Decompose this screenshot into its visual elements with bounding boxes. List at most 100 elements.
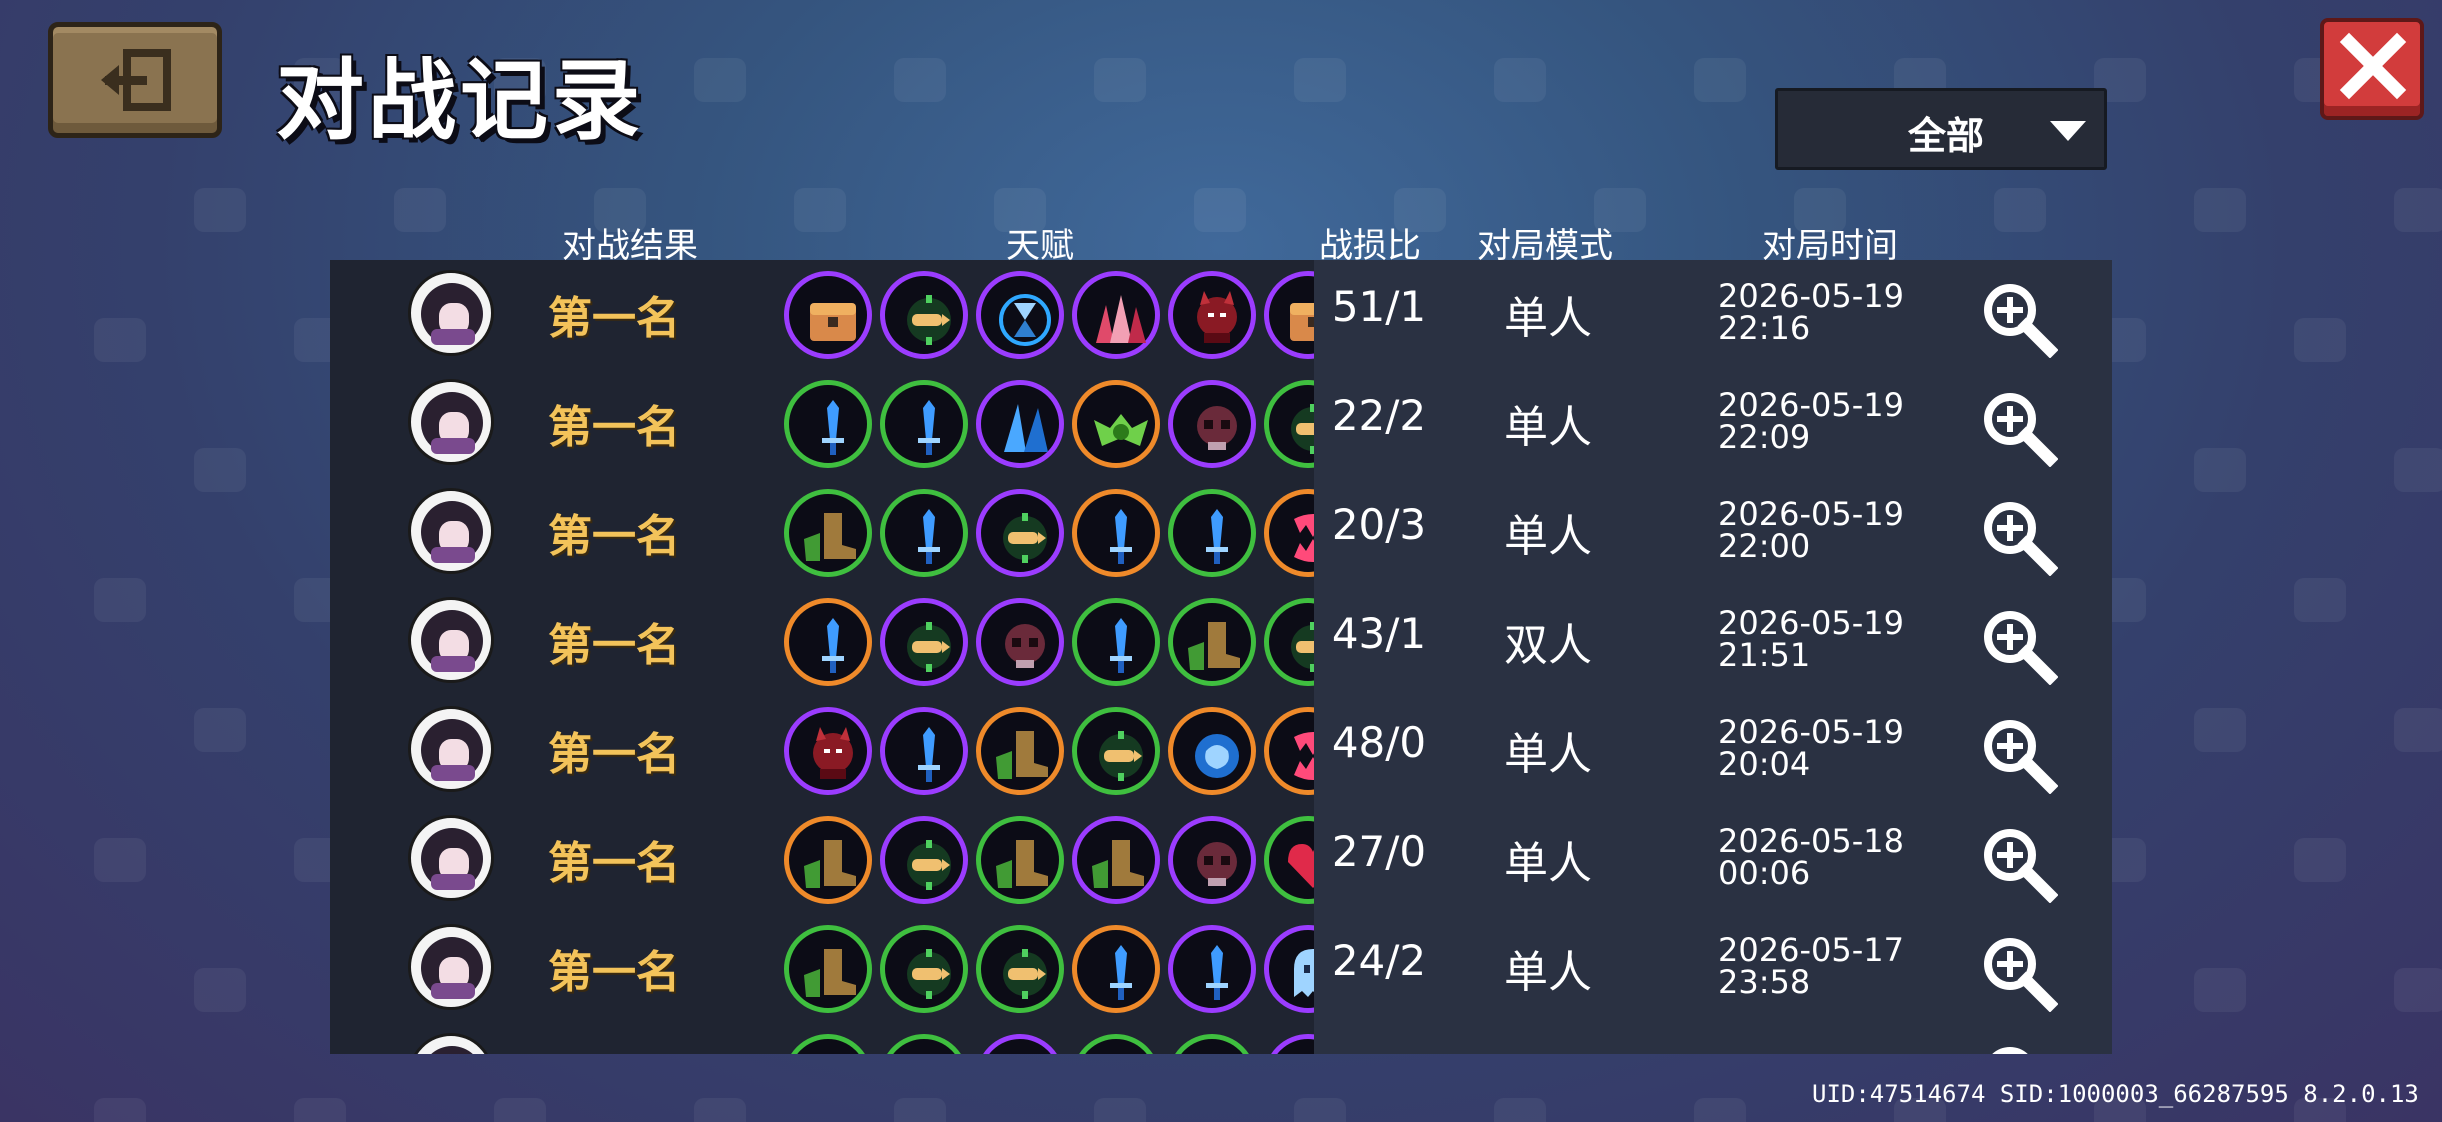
match-date: 2026-05-17 (1718, 931, 1904, 969)
talent-treasure-chest-icon (1264, 271, 1314, 359)
match-clock: 00:06 (1718, 854, 1811, 892)
character-avatar (408, 815, 494, 901)
zoom-in-icon[interactable] (1978, 823, 2058, 903)
talent-bullet-icon (976, 489, 1064, 577)
match-time: 2026-05-19 22:09 (1718, 389, 1904, 453)
battle-result: 第一名 (548, 620, 680, 671)
talent-list (784, 593, 1314, 693)
zoom-in-icon[interactable] (1978, 278, 2058, 358)
talent-spikes-icon (1072, 271, 1160, 359)
character-avatar (408, 924, 494, 1010)
zoom-in-icon[interactable] (1978, 387, 2058, 467)
page-title: 对战记录 (276, 49, 645, 152)
talent-dagger-icon (1072, 489, 1160, 577)
battle-result: 第一名 (548, 511, 680, 562)
battle-result: 第一名 (548, 838, 680, 889)
match-mode: 单人 (1504, 402, 1592, 453)
match-mode: 单人 (1504, 947, 1592, 998)
talent-bat-icon (1072, 380, 1160, 468)
match-clock: 21:51 (1718, 636, 1811, 674)
match-clock: 23:58 (1718, 963, 1811, 1001)
talent-boot-icon (784, 489, 872, 577)
talent-demon-icon (784, 707, 872, 795)
mode-filter-dropdown[interactable]: 全部 (1775, 88, 2107, 170)
table-row: 第一名 51/1 单人 2026-05-19 22:16 (330, 260, 2112, 369)
zoom-in-icon[interactable] (1978, 1041, 2058, 1054)
talent-fang-icon (1264, 707, 1314, 795)
talent-list (784, 266, 1314, 366)
back-button[interactable] (48, 22, 222, 138)
zoom-in-icon[interactable] (1978, 496, 2058, 576)
table-row: 第一名 43/1 双人 2026-05-19 21:51 (330, 587, 2112, 696)
match-mode: 单人 (1504, 293, 1592, 344)
talent-list (784, 484, 1314, 584)
match-date: 2026-05-18 (1718, 822, 1904, 860)
close-icon (2339, 32, 2407, 100)
talent-list (784, 920, 1314, 1020)
talent-dagger-icon (1168, 925, 1256, 1013)
character-avatar (408, 1033, 494, 1054)
talent-boot-icon (976, 707, 1064, 795)
character-avatar (408, 379, 494, 465)
match-mode: 单人 (1504, 838, 1592, 889)
zoom-in-icon[interactable] (1978, 932, 2058, 1012)
talent-list (784, 811, 1314, 911)
match-date: 2026-05-19 (1718, 386, 1904, 424)
talent-boot-icon (976, 816, 1064, 904)
table-row: 第一名 27/0 单人 2026-05-18 00:06 (330, 805, 2112, 914)
table-row: 第一名 22/2 单人 2026-05-19 22:09 (330, 369, 2112, 478)
table-row (330, 1023, 2112, 1054)
talent-boot-icon (1168, 598, 1256, 686)
talent-bullet-icon (1264, 598, 1314, 686)
talent-bullet-icon (976, 925, 1064, 1013)
talent-dagger-icon (1072, 925, 1160, 1013)
talent-ghost-icon (1264, 925, 1314, 1013)
talent-dagger-icon (1168, 489, 1256, 577)
talent-bullet-icon (1072, 707, 1160, 795)
talent-skull-icon (976, 598, 1064, 686)
talent-bullet-icon (880, 271, 968, 359)
match-date: 2026-05-19 (1718, 495, 1904, 533)
match-time: 2026-05-18 00:06 (1718, 825, 1904, 889)
zoom-in-icon[interactable] (1978, 714, 2058, 794)
user-id-footer: UID:47514674 SID:1000003_66287595 8.2.0.… (1812, 1080, 2419, 1108)
talent-list (784, 702, 1314, 802)
talent-skull-icon (1168, 816, 1256, 904)
match-date: 2026-05-19 (1718, 277, 1904, 315)
close-button[interactable] (2320, 18, 2424, 120)
kill-death-ratio: 20/3 (1331, 500, 1427, 549)
match-mode: 双人 (1504, 620, 1592, 671)
kill-death-ratio: 24/2 (1331, 936, 1427, 985)
match-time: 2026-05-19 20:04 (1718, 716, 1904, 780)
talent-dagger-icon (880, 380, 968, 468)
table-row: 第一名 48/0 单人 2026-05-19 20:04 (330, 696, 2112, 805)
kill-death-ratio: 27/0 (1331, 827, 1427, 876)
battle-record-table[interactable]: 第一名 51/1 单人 2026-05-19 22:16 第一名 22/2 单人 2026-05… (330, 260, 2112, 1054)
talent-dagger-icon (784, 598, 872, 686)
talent-boot-icon (784, 925, 872, 1013)
match-time: 2026-05-19 22:00 (1718, 498, 1904, 562)
talent-dagger-icon (1072, 598, 1160, 686)
zoom-in-icon[interactable] (1978, 605, 2058, 685)
dropdown-arrow-icon (2050, 121, 2086, 141)
table-row: 第一名 24/2 单人 2026-05-17 23:58 (330, 914, 2112, 1023)
match-clock: 22:09 (1718, 418, 1811, 456)
talent-blade-icon (976, 1034, 1064, 1054)
match-clock: 22:00 (1718, 527, 1811, 565)
filter-selected-value: 全部 (1908, 114, 1985, 158)
battle-result: 第一名 (548, 947, 680, 998)
table-row: 第一名 20/3 单人 2026-05-19 22:00 (330, 478, 2112, 587)
match-date: 2026-05-19 (1718, 604, 1904, 642)
talent-boot-icon (784, 816, 872, 904)
kill-death-ratio: 43/1 (1331, 609, 1427, 658)
match-date: 2026-05-19 (1718, 713, 1904, 751)
character-avatar (408, 597, 494, 683)
talent-dagger-icon (880, 707, 968, 795)
talent-bullet-icon (880, 925, 968, 1013)
battle-result: 第一名 (548, 293, 680, 344)
talent-fang-icon (1264, 489, 1314, 577)
character-avatar (408, 706, 494, 792)
talent-bullet-icon (880, 598, 968, 686)
talent-bullet-icon (1264, 380, 1314, 468)
talent-bullet-icon (880, 1034, 968, 1054)
